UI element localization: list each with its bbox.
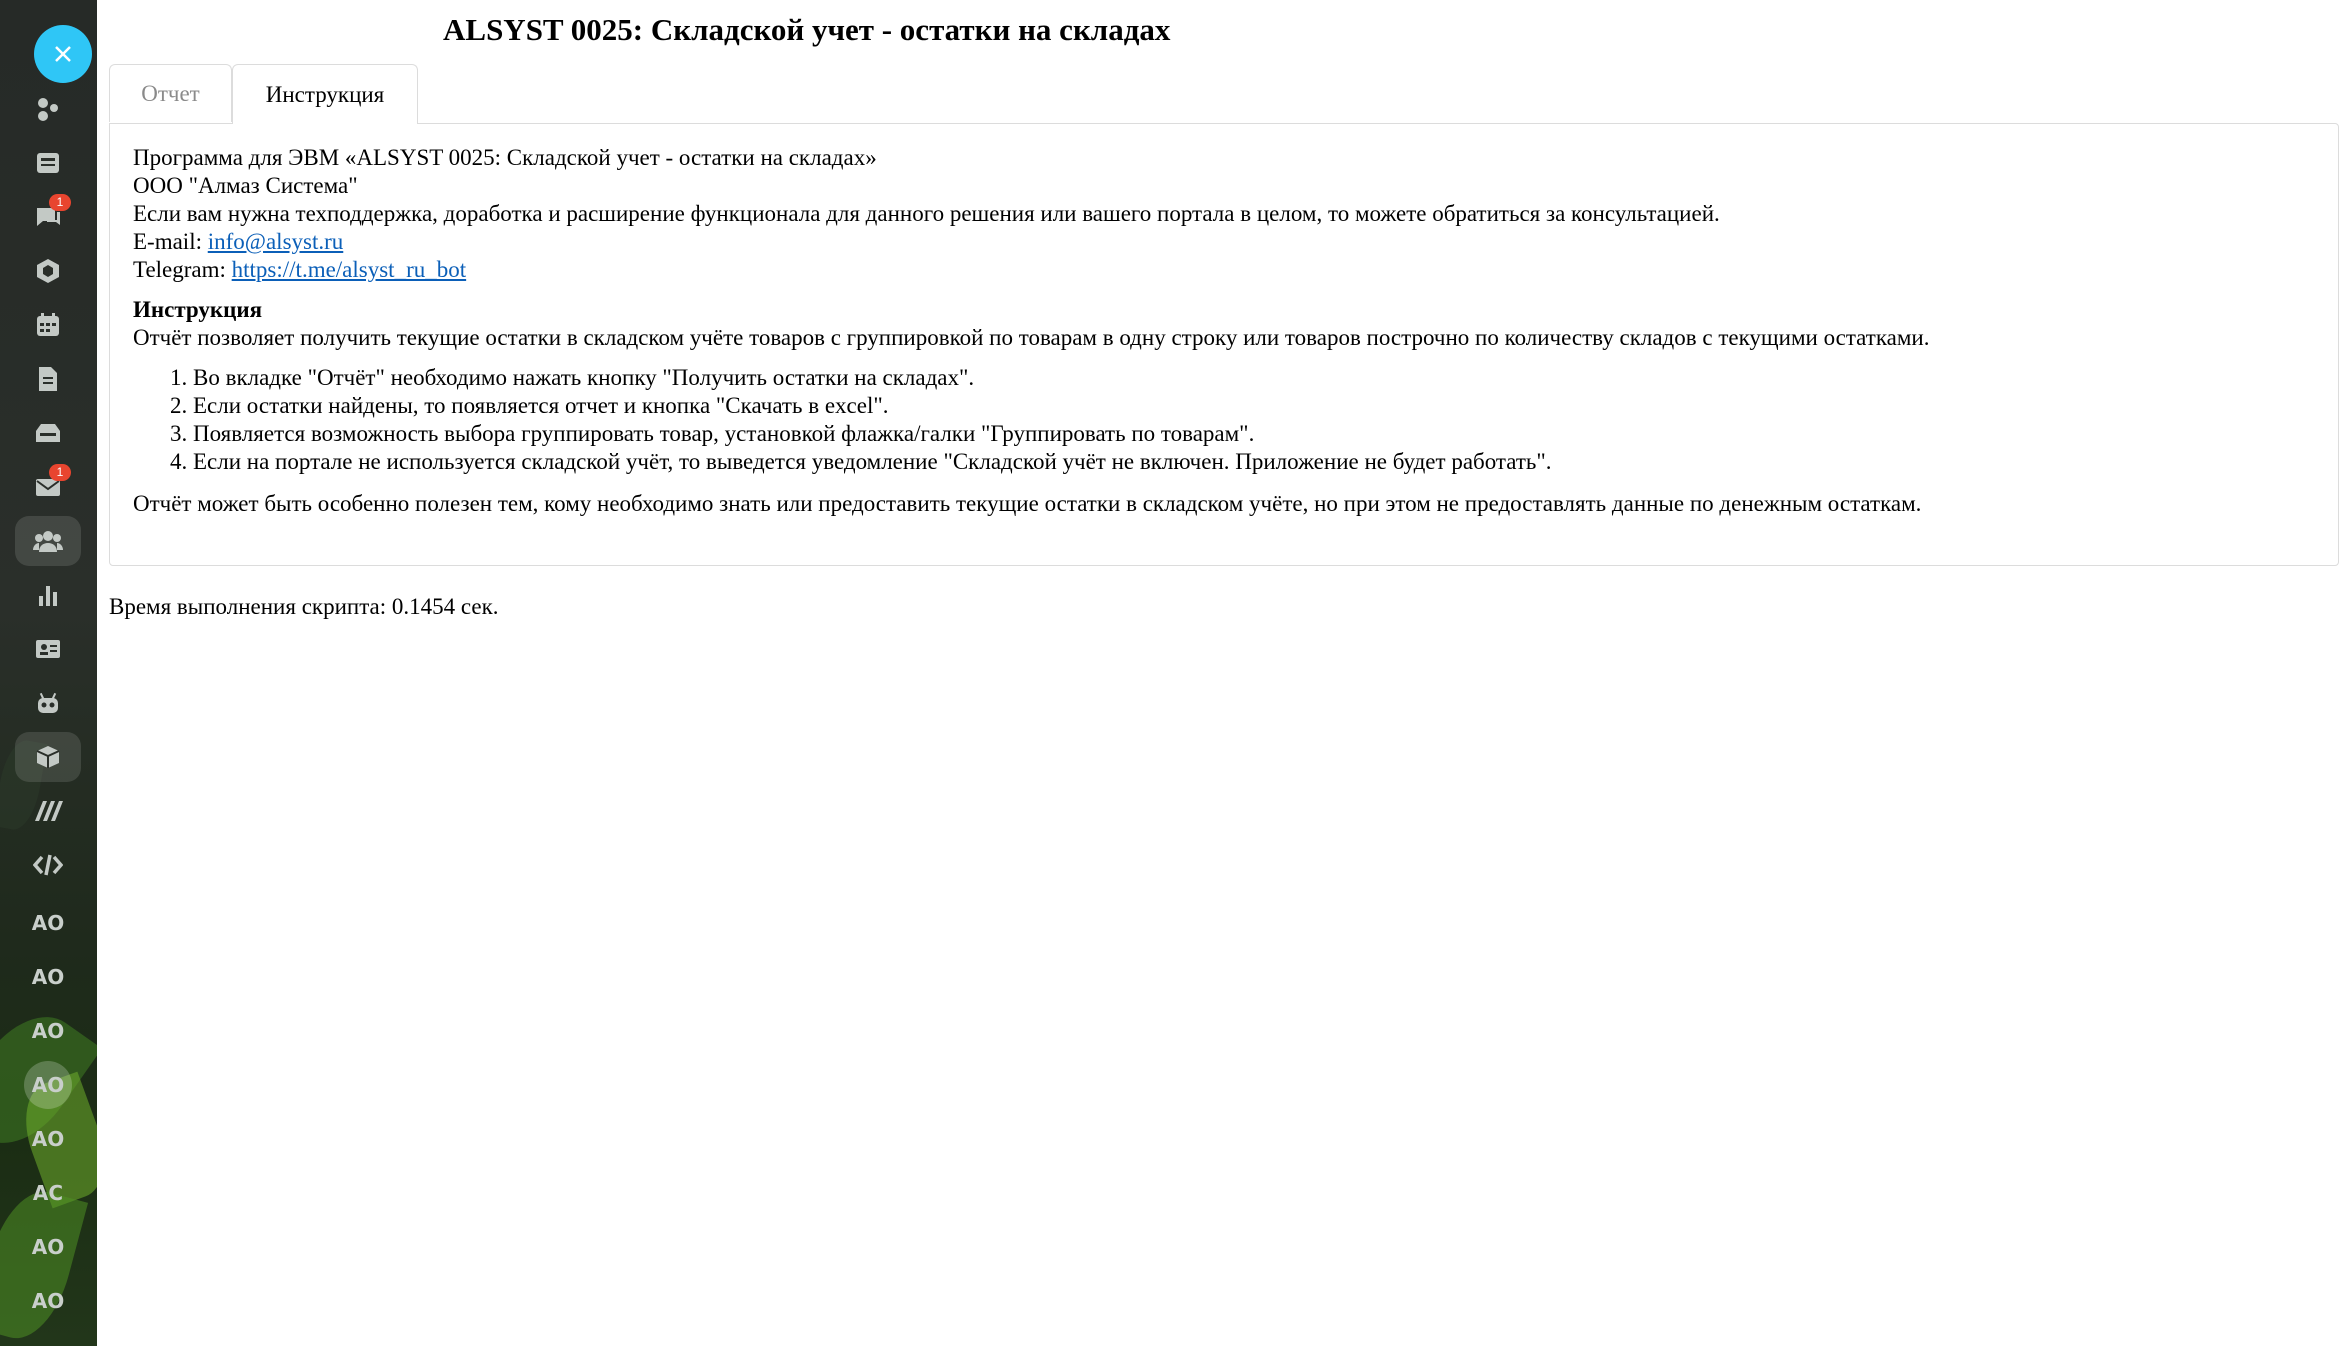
instruction-heading: Инструкция [133,297,263,322]
sidebar-item-mail[interactable]: 1 [15,462,81,512]
sidebar-app-item[interactable]: AO [15,952,81,1002]
sidebar-app-item[interactable]: AO [15,1114,81,1164]
sidebar-app-label: AC [32,1181,64,1205]
code-icon [33,854,63,876]
sidebar-app-label: AO [31,965,65,989]
mail-badge: 1 [49,464,71,481]
contact-card-icon [36,640,60,658]
sidebar-item-sites[interactable] [15,84,81,134]
calendar-icon [37,313,59,336]
instruction-step: Во вкладке "Отчёт" необходимо нажать кно… [193,364,2315,392]
robot-icon [38,692,58,713]
tab-instruction[interactable]: Инструкция [232,64,418,124]
chat-badge: 1 [49,194,71,211]
sidebar-app-label: AO [31,1289,65,1313]
hexagon-icon [37,259,59,283]
sidebar-app-label: AO [31,1235,65,1259]
support-text: Если вам нужна техподдержка, доработка и… [133,201,1720,226]
sidebar-item-news[interactable] [15,138,81,188]
sidebar-item-inbox[interactable] [15,408,81,458]
sidebar-item-employees[interactable] [15,516,81,566]
sidebar-app-current-circle: AO [24,1061,72,1109]
tab-bar: Отчет Инструкция [109,64,418,124]
email-label: E-mail: [133,229,202,254]
sidebar-app-item[interactable]: AO [15,1006,81,1056]
sidebar-item-chat[interactable]: 1 [15,192,81,242]
instruction-steps: Во вкладке "Отчёт" необходимо нажать кно… [133,364,2315,476]
sidebar-item-contacts[interactable] [15,624,81,674]
company-name: ООО "Алмаз Система" [133,173,358,198]
sidebar-item-apps[interactable] [15,732,81,782]
sidebar-item-market[interactable] [15,786,81,836]
left-sidebar: 1 1 AO AO AO AO AO AC AO AO [0,0,97,1346]
instruction-outro: Отчёт может быть особенно полезен тем, к… [133,491,1922,516]
sidebar-app-label: AO [31,1127,65,1151]
sidebar-item-groups[interactable] [15,246,81,296]
telegram-label: Telegram: [133,257,226,282]
bar-chart-icon [39,586,57,606]
sidebar-app-item-current[interactable]: AO [15,1060,81,1110]
sidebar-app-item[interactable]: AO [15,1222,81,1272]
sidebar-app-label: AO [31,911,65,935]
inbox-tray-icon [36,424,60,442]
instruction-step: Появляется возможность выбора группирова… [193,420,2315,448]
newspaper-icon [37,153,59,173]
share-nodes-icon [38,98,58,121]
sidebar-app-label: AO [31,1019,65,1043]
sidebar-app-item[interactable]: AO [15,1276,81,1326]
sidebar-app-item[interactable]: AC [15,1168,81,1218]
program-line: Программа для ЭВМ «ALSYST 0025: Складско… [133,145,877,170]
page-title: ALSYST 0025: Складской учет - остатки на… [443,12,1171,47]
instruction-intro: Отчёт позволяет получить текущие остатки… [133,325,1930,350]
telegram-link[interactable]: https://t.me/alsyst_ru_bot [232,257,466,282]
sidebar-app-item[interactable]: AO [15,898,81,948]
email-link[interactable]: info@alsyst.ru [208,229,344,254]
instruction-panel: Программа для ЭВМ «ALSYST 0025: Складско… [109,123,2339,566]
close-icon [55,46,71,62]
sidebar-item-analytics[interactable] [15,570,81,620]
script-execution-time: Время выполнения скрипта: 0.1454 сек. [109,594,499,619]
email-row: E-mail: info@alsyst.ru [133,228,2315,256]
instruction-step: Если остатки найдены, то появляется отче… [193,392,2315,420]
sidebar-item-docs[interactable] [15,354,81,404]
instruction-step: Если на портале не используется складско… [193,448,2315,476]
marketplace-icon [35,801,63,821]
cube-icon [36,746,60,768]
close-slider-button[interactable] [34,25,92,83]
sidebar-app-label: AO [31,1073,65,1097]
sidebar-item-developer[interactable] [15,840,81,890]
document-icon [39,367,57,391]
telegram-row: Telegram: https://t.me/alsyst_ru_bot [133,256,2315,284]
sidebar-item-calendar[interactable] [15,300,81,350]
users-icon [33,531,63,552]
tab-report[interactable]: Отчет [109,64,232,122]
sidebar-item-copilot[interactable] [15,678,81,728]
